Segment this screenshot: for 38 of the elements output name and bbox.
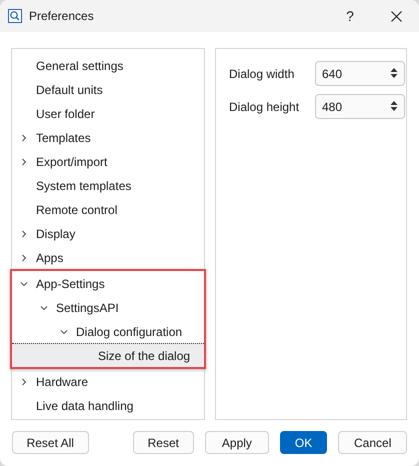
chevron-icon[interactable] [60,328,68,336]
tree-item[interactable]: SettingsAPI [12,295,204,319]
spin-arrows-icon[interactable] [390,67,398,79]
chevron-icon[interactable] [20,230,28,238]
tree-item[interactable]: Display [12,221,204,245]
search-icon [8,9,22,23]
help-button[interactable]: ? [327,0,373,32]
dialog-button[interactable]: Reset All [12,431,89,454]
spin-box[interactable]: 640 [315,61,405,86]
tree-item[interactable]: Hardware [12,369,204,393]
tree-item[interactable]: User folder [12,101,204,125]
chevron-icon[interactable] [20,134,28,142]
tree-item[interactable]: Live data handling [12,393,204,417]
dialog-button[interactable]: Apply [205,431,269,454]
spin-box[interactable]: 480 [315,94,405,119]
tree-item[interactable]: Size of the dialog [12,343,204,367]
tree-item[interactable]: Export/import [12,149,204,173]
tree-item[interactable]: General settings [12,53,204,77]
chevron-icon[interactable] [20,254,28,262]
spin-arrows-icon[interactable] [390,100,398,112]
close-icon [390,10,402,22]
tree-item[interactable]: App-Settings [12,271,204,295]
ok-button[interactable]: OK [280,431,328,454]
tree-item[interactable]: Templates [12,125,204,149]
tree-item[interactable]: Remote control [12,197,204,221]
tree-item[interactable]: Dialog configuration [12,319,204,343]
dialog-button[interactable]: Reset [132,431,194,454]
tree-item[interactable]: System templates [12,173,204,197]
chevron-icon[interactable] [20,158,28,166]
chevron-icon[interactable] [40,304,48,312]
tree-item[interactable]: Apps [12,245,204,269]
chevron-icon[interactable] [20,378,28,386]
field-label: Dialog width [229,66,296,80]
tree-item[interactable]: Default units [12,77,204,101]
field-label: Dialog height [229,100,300,114]
window-title: Preferences [29,9,95,23]
dialog-button[interactable]: Cancel [338,431,407,454]
chevron-icon[interactable] [20,280,28,288]
